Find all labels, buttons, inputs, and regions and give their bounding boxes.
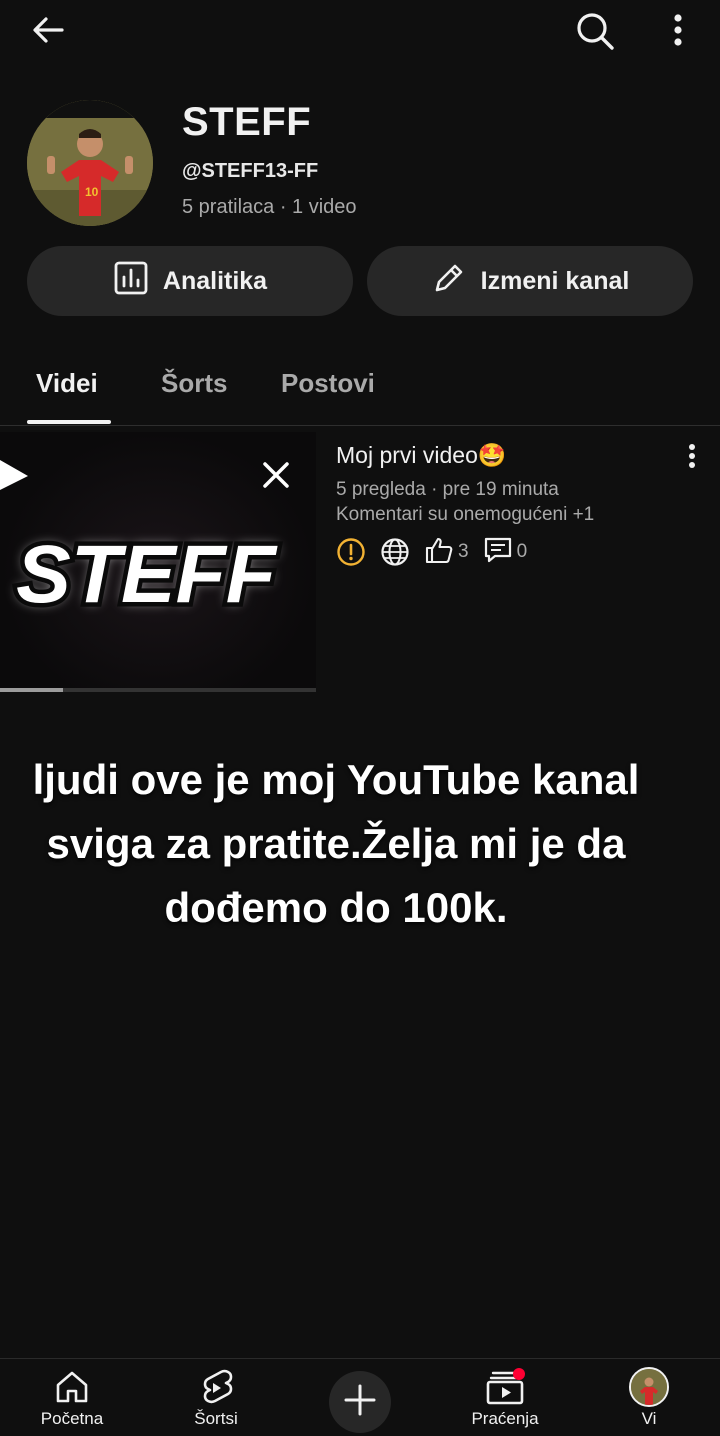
nav-home-label: Početna	[40, 1409, 104, 1428]
tab-videos[interactable]: Videi	[36, 368, 98, 399]
video-comments-status: Komentari su onemogućeni +1	[336, 504, 595, 525]
globe-icon[interactable]	[380, 537, 410, 567]
tabs-divider	[0, 425, 720, 426]
subscriptions-icon	[483, 1367, 527, 1407]
video-more-icon[interactable]	[680, 440, 704, 472]
you-avatar-wrap	[629, 1367, 669, 1407]
likes: 3	[424, 535, 469, 570]
bottom-nav: Početna Šortsi Praćenja Vi	[0, 1358, 720, 1436]
tab-posts[interactable]: Postovi	[281, 368, 375, 399]
caption-line-1: ljudi ove je moj YouTube kanal	[32, 756, 640, 803]
watch-progress-fill	[0, 688, 64, 692]
likes-count: 3	[458, 541, 469, 562]
shorts-icon	[196, 1367, 236, 1407]
nav-subscriptions-label: Praćenja	[471, 1409, 539, 1428]
comments-count: 0	[516, 541, 528, 562]
caption-line-2: sviga za pratite.Želja mi je da	[46, 820, 626, 867]
channel-avatar[interactable]: 10	[27, 100, 153, 226]
analytics-icon	[113, 260, 163, 303]
create-button[interactable]	[329, 1371, 391, 1433]
comments: 0	[483, 535, 528, 570]
channel-handle: @STEFF13-FF	[182, 160, 319, 182]
thumbnail-text: STEFF	[16, 529, 278, 620]
search-icon[interactable]	[572, 8, 616, 52]
notification-dot	[513, 1368, 525, 1380]
video-title[interactable]: Moj prvi video🤩	[336, 442, 507, 469]
caption-overlay: ljudi ove je moj YouTube kanal sviga za …	[0, 748, 672, 940]
nav-shorts[interactable]: Šortsi	[156, 1359, 276, 1436]
nav-home[interactable]: Početna	[12, 1359, 132, 1436]
play-icon	[0, 460, 28, 490]
edit-channel-label: Izmeni kanal	[480, 266, 630, 295]
warning-icon[interactable]	[336, 537, 366, 567]
nav-shorts-label: Šortsi	[194, 1409, 238, 1428]
channel-stats: 5 pratilaca · 1 video	[182, 196, 357, 218]
svg-text:10: 10	[85, 185, 99, 199]
top-bar	[0, 0, 720, 60]
caption-line-3: dođemo do 100k.	[164, 884, 508, 931]
thumbnail-image: STEFF STEFF	[0, 432, 316, 688]
pencil-icon	[431, 260, 481, 303]
analytics-button[interactable]: Analitika	[27, 246, 353, 316]
edit-channel-button[interactable]: Izmeni kanal	[367, 246, 693, 316]
video-thumbnail[interactable]: STEFF STEFF	[0, 432, 316, 692]
video-status-icons: 3 0	[336, 536, 541, 568]
nav-you[interactable]: Vi	[589, 1359, 709, 1436]
plus-icon	[343, 1383, 377, 1422]
video-views-time: 5 pregleda · pre 19 minuta	[336, 479, 559, 500]
thumbs-up-icon	[424, 535, 454, 570]
comment-icon	[483, 535, 513, 570]
nav-avatar	[629, 1367, 669, 1407]
channel-name: STEFF	[182, 100, 312, 144]
watch-progress-bar	[0, 688, 316, 692]
nav-subscriptions[interactable]: Praćenja	[445, 1359, 565, 1436]
tab-shorts[interactable]: Šorts	[161, 368, 227, 399]
more-vert-icon[interactable]	[660, 8, 696, 52]
back-arrow-icon[interactable]	[28, 10, 68, 50]
nav-you-label: Vi	[641, 1409, 657, 1428]
close-icon	[263, 462, 289, 488]
analytics-label: Analitika	[162, 266, 268, 295]
channel-page: 10 STEFF @STEFF13-FF 5 pratilaca · 1 vid…	[0, 0, 720, 1436]
active-tab-indicator	[27, 420, 111, 424]
home-icon	[52, 1367, 92, 1407]
